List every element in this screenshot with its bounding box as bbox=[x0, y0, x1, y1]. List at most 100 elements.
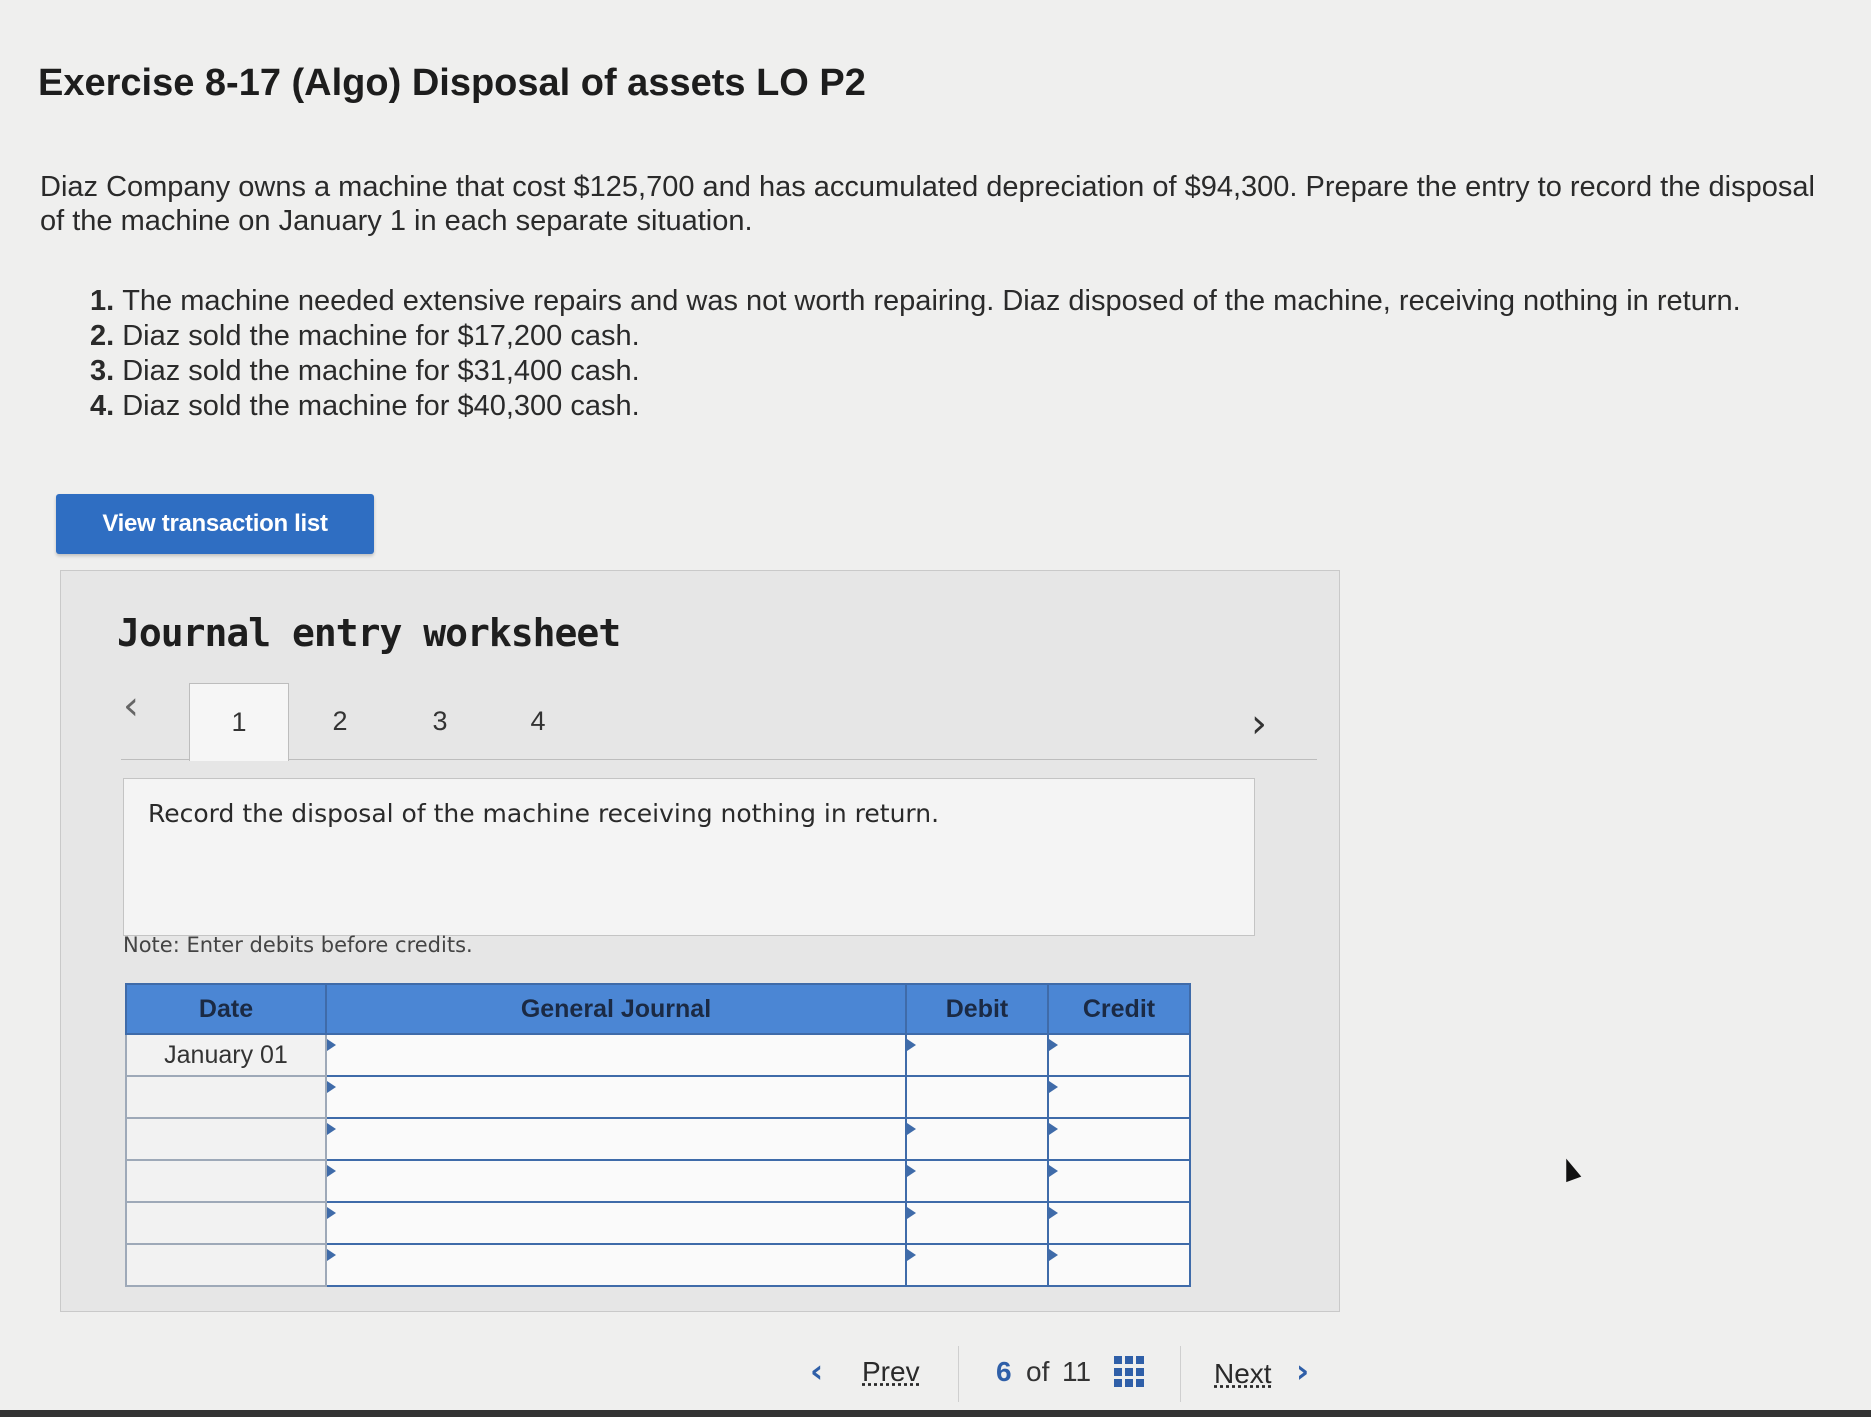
tab-4[interactable]: 4 bbox=[489, 683, 587, 759]
column-header-debit: Debit bbox=[905, 983, 1049, 1035]
divider bbox=[958, 1346, 959, 1402]
date-cell[interactable] bbox=[125, 1159, 327, 1203]
table-row bbox=[125, 1243, 1191, 1287]
grid-icon-cell bbox=[1136, 1356, 1144, 1364]
list-item-number: 4. bbox=[90, 390, 115, 422]
view-transaction-list-button[interactable]: View transaction list bbox=[56, 494, 374, 554]
table-row: January 01 bbox=[125, 1033, 1191, 1077]
list-item-text: Diaz sold the machine for $17,200 cash. bbox=[122, 320, 640, 352]
dropdown-marker-icon bbox=[327, 1165, 336, 1177]
dropdown-marker-icon bbox=[1049, 1123, 1058, 1135]
table-row bbox=[125, 1159, 1191, 1203]
instruction-box: Record the disposal of the machine recei… bbox=[123, 778, 1255, 936]
credit-cell[interactable] bbox=[1047, 1243, 1191, 1287]
debit-cell[interactable] bbox=[905, 1201, 1049, 1245]
dropdown-marker-icon bbox=[907, 1207, 916, 1219]
dropdown-marker-icon bbox=[1049, 1165, 1058, 1177]
dropdown-marker-icon bbox=[907, 1165, 916, 1177]
dropdown-marker-icon bbox=[907, 1039, 916, 1051]
worksheet-title: Journal entry worksheet bbox=[117, 611, 621, 655]
credit-cell[interactable] bbox=[1047, 1201, 1191, 1245]
grid-icon-cell bbox=[1114, 1356, 1122, 1364]
chevron-left-icon[interactable]: ‹ bbox=[810, 1352, 823, 1390]
date-cell[interactable] bbox=[125, 1201, 327, 1245]
account-cell[interactable] bbox=[325, 1159, 907, 1203]
account-cell[interactable] bbox=[325, 1075, 907, 1119]
date-cell[interactable] bbox=[125, 1243, 327, 1287]
account-cell[interactable] bbox=[325, 1033, 907, 1077]
page-title: Exercise 8-17 (Algo) Disposal of assets … bbox=[38, 62, 866, 104]
dropdown-marker-icon bbox=[907, 1249, 916, 1261]
credit-cell[interactable] bbox=[1047, 1075, 1191, 1119]
instruction-text: Record the disposal of the machine recei… bbox=[148, 799, 940, 828]
table-row bbox=[125, 1201, 1191, 1245]
table-row bbox=[125, 1117, 1191, 1161]
dropdown-marker-icon bbox=[327, 1039, 336, 1051]
dropdown-marker-icon bbox=[327, 1081, 336, 1093]
credit-cell[interactable] bbox=[1047, 1117, 1191, 1161]
grid-icon-cell bbox=[1125, 1379, 1133, 1388]
journal-entry-worksheet: Journal entry worksheet ‹ 1 2 3 4 › Reco… bbox=[60, 570, 1340, 1312]
dropdown-marker-icon bbox=[327, 1123, 336, 1135]
dropdown-marker-icon bbox=[327, 1207, 336, 1219]
column-header-date: Date bbox=[125, 983, 327, 1035]
mouse-cursor-icon bbox=[1558, 1155, 1582, 1183]
list-item: 1. The machine needed extensive repairs a… bbox=[90, 284, 1850, 319]
dropdown-marker-icon bbox=[1049, 1081, 1058, 1093]
account-cell[interactable] bbox=[325, 1243, 907, 1287]
grid-icon-cell bbox=[1125, 1356, 1133, 1364]
list-item: 2. Diaz sold the machine for $17,200 cash… bbox=[90, 319, 1850, 354]
chevron-right-icon[interactable]: › bbox=[1296, 1352, 1309, 1390]
dropdown-marker-icon bbox=[1049, 1207, 1058, 1219]
general-journal-table: Date General Journal Debit Credit Januar… bbox=[125, 983, 1191, 1287]
next-button[interactable]: Next bbox=[1214, 1358, 1272, 1390]
list-item-text: Diaz sold the machine for $40,300 cash. bbox=[122, 390, 640, 422]
grid-icon-cell bbox=[1125, 1367, 1133, 1376]
dropdown-marker-icon bbox=[1049, 1249, 1058, 1261]
credit-cell[interactable] bbox=[1047, 1033, 1191, 1077]
question-pager: ‹ Prev 6 of 11 Next › bbox=[810, 1346, 1330, 1402]
column-header-credit: Credit bbox=[1047, 983, 1191, 1035]
current-page-number: 6 bbox=[996, 1356, 1012, 1387]
tab-divider bbox=[121, 759, 1317, 760]
date-cell[interactable] bbox=[125, 1117, 327, 1161]
chevron-left-icon[interactable]: ‹ bbox=[123, 683, 139, 729]
tab-1[interactable]: 1 bbox=[189, 683, 289, 761]
list-item-text: Diaz sold the machine for $31,400 cash. bbox=[122, 355, 640, 387]
grid-icon[interactable] bbox=[1114, 1356, 1146, 1388]
debit-cell[interactable] bbox=[905, 1075, 1049, 1119]
grid-icon-cell bbox=[1114, 1367, 1122, 1376]
date-cell[interactable] bbox=[125, 1075, 327, 1119]
debit-cell[interactable] bbox=[905, 1159, 1049, 1203]
grid-icon-cell bbox=[1136, 1379, 1144, 1388]
debit-cell[interactable] bbox=[905, 1243, 1049, 1287]
debit-cell[interactable] bbox=[905, 1117, 1049, 1161]
list-item: 3. Diaz sold the machine for $31,400 cash… bbox=[90, 354, 1850, 389]
problem-intro: Diaz Company owns a machine that cost $1… bbox=[40, 171, 1815, 237]
credit-cell[interactable] bbox=[1047, 1159, 1191, 1203]
column-header-general-journal: General Journal bbox=[325, 983, 907, 1035]
tab-3[interactable]: 3 bbox=[391, 683, 489, 759]
list-item: 4. Diaz sold the machine for $40,300 cash… bbox=[90, 389, 1850, 424]
date-cell[interactable]: January 01 bbox=[125, 1033, 327, 1077]
total-pages: 11 bbox=[1062, 1356, 1092, 1387]
grid-icon-cell bbox=[1136, 1367, 1144, 1376]
account-cell[interactable] bbox=[325, 1201, 907, 1245]
dropdown-marker-icon bbox=[1049, 1039, 1058, 1051]
list-item-number: 3. bbox=[90, 355, 115, 387]
note-text: Note: Enter debits before credits. bbox=[123, 933, 473, 957]
list-item-text: The machine needed extensive repairs and… bbox=[122, 285, 1741, 317]
account-cell[interactable] bbox=[325, 1117, 907, 1161]
dropdown-marker-icon bbox=[907, 1123, 916, 1135]
page-of-label: of bbox=[1026, 1356, 1050, 1387]
list-item-number: 2. bbox=[90, 320, 115, 352]
prev-button[interactable]: Prev bbox=[862, 1356, 920, 1388]
chevron-right-icon[interactable]: › bbox=[1251, 701, 1267, 747]
dropdown-marker-icon bbox=[327, 1249, 336, 1261]
divider bbox=[1180, 1346, 1181, 1402]
screen-bottom-edge bbox=[0, 1410, 1871, 1417]
situation-list: 1. The machine needed extensive repairs a… bbox=[90, 284, 1850, 424]
tab-2[interactable]: 2 bbox=[291, 683, 389, 759]
list-item-number: 1. bbox=[90, 285, 115, 317]
debit-cell[interactable] bbox=[905, 1033, 1049, 1077]
